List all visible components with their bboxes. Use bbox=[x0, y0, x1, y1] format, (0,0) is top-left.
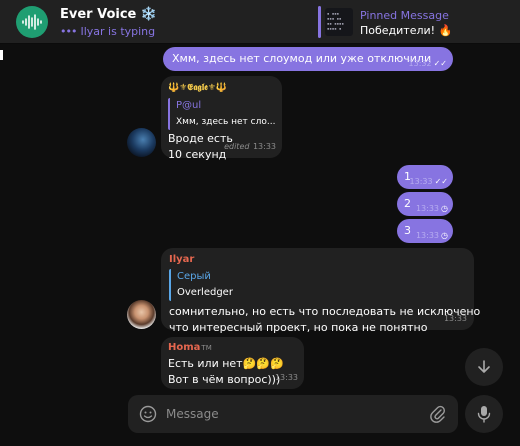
outgoing-message[interactable]: 2 13:33 ◷ bbox=[397, 192, 453, 216]
edited-label: edited bbox=[224, 142, 250, 151]
message-time: 13:33 bbox=[415, 231, 440, 240]
chat-title[interactable]: Ever Voice ❄️ bbox=[60, 7, 157, 22]
read-checks-icon: ✓✓ bbox=[433, 59, 447, 68]
pinned-indicator bbox=[318, 6, 321, 38]
message-sender[interactable]: HomaTM bbox=[168, 340, 297, 356]
reply-text: Хмм, здесь нет сло... bbox=[176, 117, 275, 127]
avatar[interactable] bbox=[127, 128, 156, 157]
message-input[interactable] bbox=[166, 404, 416, 424]
message-time: 13:33 bbox=[252, 142, 276, 151]
message-text: что интересный проект, но пока не понятн… bbox=[169, 321, 428, 334]
message-time: 13:32 bbox=[408, 59, 432, 68]
message-time: 13:33 bbox=[409, 177, 433, 186]
reply-preview[interactable]: Серый Overledger bbox=[169, 269, 466, 301]
sender-badge: TM bbox=[201, 344, 212, 352]
emoji-icon[interactable] bbox=[139, 405, 157, 423]
clock-icon: ◷ bbox=[441, 204, 448, 213]
message-time: 13:33 bbox=[274, 373, 298, 382]
chat-header[interactable]: Ever Voice ❄️ ••• Ilyar is typing ▪ ▪▪▪ ▪▪… bbox=[0, 0, 520, 44]
message-time: 13:33 bbox=[415, 204, 440, 213]
chat-avatar[interactable] bbox=[16, 6, 48, 38]
message-text: 2 bbox=[404, 197, 411, 210]
pinned-message-label[interactable]: Pinned Message bbox=[360, 9, 449, 22]
outgoing-message[interactable]: 3 13:33 ◷ bbox=[397, 219, 453, 243]
typing-status-text: Ilyar is typing bbox=[80, 25, 156, 38]
message-text: сомнительно, но есть что последовать не … bbox=[169, 305, 481, 318]
sender-name: Homa bbox=[168, 342, 201, 353]
incoming-message[interactable]: HomaTM Есть или нет🤔🤔🤔 Вот в чём вопрос)… bbox=[161, 337, 304, 389]
chat-title-text: Ever Voice bbox=[60, 7, 137, 22]
message-sender[interactable]: 🔱⚜𝕰𝖆𝖌𝖑𝖊⚜🔱 bbox=[168, 80, 275, 96]
avatar[interactable] bbox=[127, 300, 156, 329]
outgoing-message[interactable]: Хмм, здесь нет слоумод или уже отключили… bbox=[163, 47, 453, 71]
typing-status: ••• Ilyar is typing bbox=[60, 25, 155, 38]
clock-icon: ◷ bbox=[441, 231, 448, 240]
message-text: Хмм, здесь нет слоумод или уже отключили bbox=[172, 52, 432, 65]
attach-icon[interactable] bbox=[430, 405, 446, 423]
pinned-message-text[interactable]: Победители! 🔥 bbox=[360, 24, 452, 37]
sound-wave-icon bbox=[22, 14, 42, 30]
message-time: 13:33 bbox=[443, 314, 467, 323]
typing-dots-icon: ••• bbox=[60, 25, 77, 38]
message-composer bbox=[128, 395, 458, 433]
reply-sender: Серый bbox=[177, 271, 211, 282]
scroll-down-icon bbox=[478, 360, 490, 373]
reply-preview[interactable]: P@ul Хмм, здесь нет сло... bbox=[168, 98, 275, 130]
reply-sender: P@ul bbox=[176, 100, 202, 111]
incoming-message[interactable]: 🔱⚜𝕰𝖆𝖌𝖑𝖊⚜🔱 P@ul Хмм, здесь нет сло... Вро… bbox=[161, 76, 282, 161]
incoming-message[interactable]: Ilyar Серый Overledger сомнительно, но е… bbox=[161, 248, 481, 334]
message-text: 3 bbox=[404, 224, 411, 237]
outgoing-message[interactable]: 1 13:33 ✓✓ bbox=[397, 165, 453, 189]
reply-text: Overledger bbox=[177, 287, 233, 298]
sidebar-edge bbox=[0, 50, 3, 60]
snowflake-icon: ❄️ bbox=[140, 7, 158, 22]
scroll-down-button[interactable] bbox=[465, 348, 503, 386]
read-checks-icon: ✓✓ bbox=[434, 177, 448, 186]
voice-record-button[interactable] bbox=[465, 395, 503, 433]
pinned-thumbnail[interactable]: ▪ ▪▪▪ ▪▪▪ ▪▪ ▪▪ ▪▪▪▪ ▪▪▪▪ ▪ bbox=[325, 8, 353, 36]
message-sender[interactable]: Ilyar bbox=[169, 252, 466, 268]
microphone-icon bbox=[477, 406, 491, 423]
